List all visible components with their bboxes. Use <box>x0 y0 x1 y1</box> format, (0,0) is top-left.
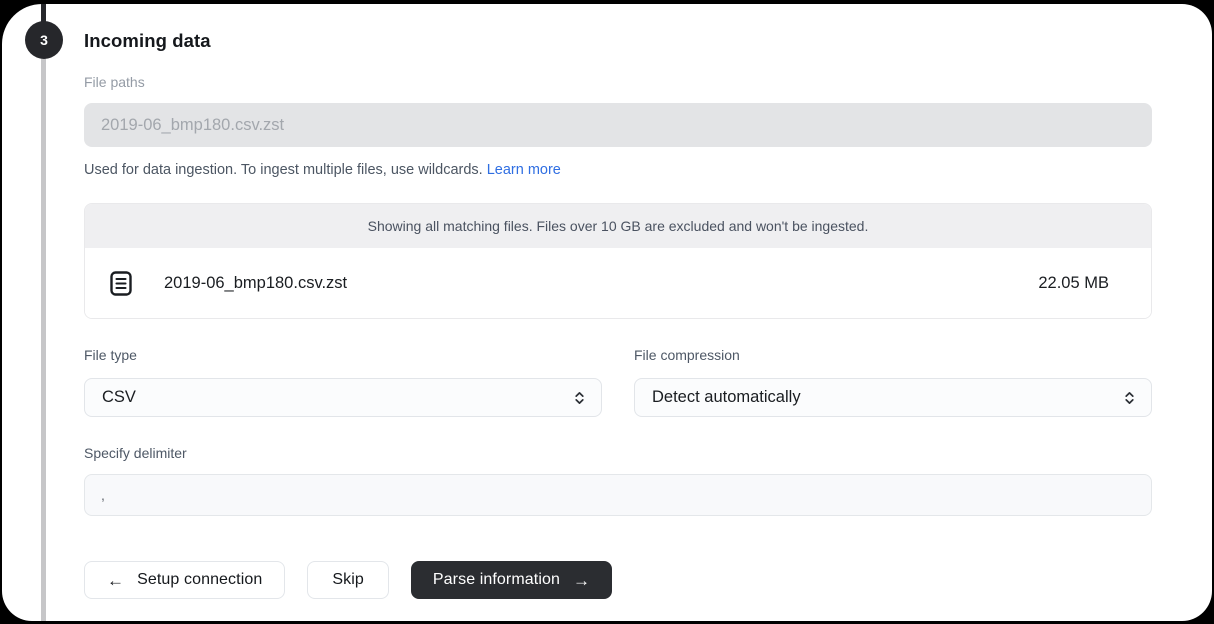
arrow-left-icon: ← <box>107 572 124 589</box>
arrow-right-icon: → <box>573 572 590 589</box>
matching-files-card: Showing all matching files. Files over 1… <box>84 203 1152 319</box>
setup-connection-label: Setup connection <box>137 571 262 589</box>
file-compression-label: File compression <box>634 347 1152 364</box>
step-content: Incoming data File paths Used for data i… <box>84 4 1152 599</box>
delimiter-label: Specify delimiter <box>84 445 1152 462</box>
skip-label: Skip <box>332 571 364 589</box>
file-paths-label: File paths <box>84 74 1152 91</box>
file-paths-helper: Used for data ingestion. To ingest multi… <box>84 161 1152 179</box>
file-type-field: File type CSV <box>84 347 602 417</box>
format-options: File type CSV File compression Detect au… <box>84 347 1152 417</box>
file-compression-value: Detect automatically <box>652 388 801 407</box>
stepper-line-bottom <box>41 56 46 621</box>
delimiter-input[interactable] <box>84 474 1152 516</box>
file-type-value: CSV <box>102 388 136 407</box>
file-name: 2019-06_bmp180.csv.zst <box>164 274 347 293</box>
chevron-up-down-icon <box>572 390 587 406</box>
page-title: Incoming data <box>84 30 1152 52</box>
setup-connection-button[interactable]: ← Setup connection <box>84 561 285 599</box>
wizard-actions: ← Setup connection Skip Parse informatio… <box>84 561 1152 599</box>
step-number: 3 <box>40 32 48 48</box>
step-number-badge: 3 <box>25 21 63 59</box>
file-type-label: File type <box>84 347 602 364</box>
file-compression-select[interactable]: Detect automatically <box>634 378 1152 417</box>
learn-more-link[interactable]: Learn more <box>487 162 561 178</box>
matching-files-banner: Showing all matching files. Files over 1… <box>85 204 1151 248</box>
wizard-panel: 3 Incoming data File paths Used for data… <box>2 4 1212 621</box>
parse-information-label: Parse information <box>433 571 560 589</box>
file-text-icon <box>110 271 132 296</box>
file-size: 22.05 MB <box>1038 274 1109 293</box>
helper-text: Used for data ingestion. To ingest multi… <box>84 162 483 178</box>
skip-button[interactable]: Skip <box>307 561 389 599</box>
parse-information-button[interactable]: Parse information → <box>411 561 612 599</box>
file-compression-field: File compression Detect automatically <box>634 347 1152 417</box>
file-paths-input <box>84 103 1152 147</box>
chevron-up-down-icon <box>1122 390 1137 406</box>
file-row: 2019-06_bmp180.csv.zst 22.05 MB <box>85 248 1151 318</box>
file-type-select[interactable]: CSV <box>84 378 602 417</box>
